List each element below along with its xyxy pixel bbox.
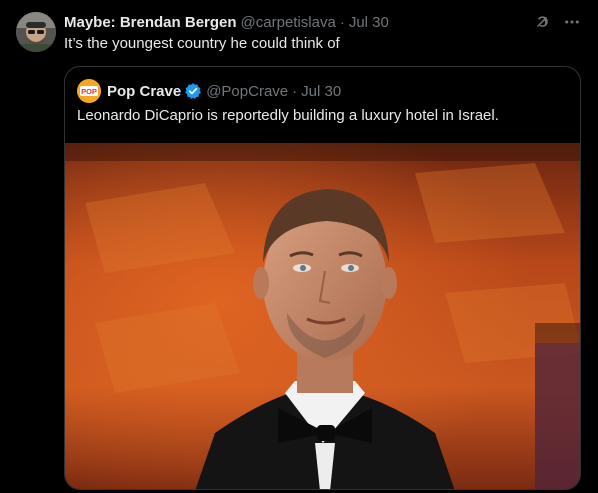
tweet-actions [532, 12, 582, 32]
tweet-text: It’s the youngest country he could think… [64, 35, 340, 52]
author-avatar[interactable] [16, 12, 56, 52]
quote-header: POP Pop Crave @PopCrave · Jul 30 [77, 79, 341, 103]
author-name[interactable]: Maybe: Brendan Bergen [64, 14, 237, 31]
quote-author-avatar[interactable]: POP [77, 79, 101, 103]
quoted-tweet[interactable]: POP Pop Crave @PopCrave · Jul 30 Leonard… [64, 66, 581, 490]
quote-author-name[interactable]: Pop Crave [107, 83, 181, 100]
grok-icon[interactable] [532, 12, 552, 32]
pop-crave-logo-text: POP [81, 87, 97, 96]
quote-author-handle[interactable]: @PopCrave [206, 83, 288, 100]
tweet-date[interactable]: Jul 30 [349, 14, 389, 31]
author-handle[interactable]: @carpetislava [241, 14, 336, 31]
quote-text: Leonardo DiCaprio is reportedly building… [77, 107, 499, 124]
tweet-header: Maybe: Brendan Bergen @carpetislava · Ju… [64, 12, 389, 32]
verified-badge-icon [184, 82, 202, 100]
quote-photo[interactable] [65, 143, 580, 489]
quote-date[interactable]: Jul 30 [301, 83, 341, 100]
separator: · [339, 13, 345, 31]
more-icon[interactable] [562, 12, 582, 32]
tweet[interactable]: Maybe: Brendan Bergen @carpetislava · Ju… [0, 0, 598, 493]
quote-separator: · [292, 82, 298, 100]
